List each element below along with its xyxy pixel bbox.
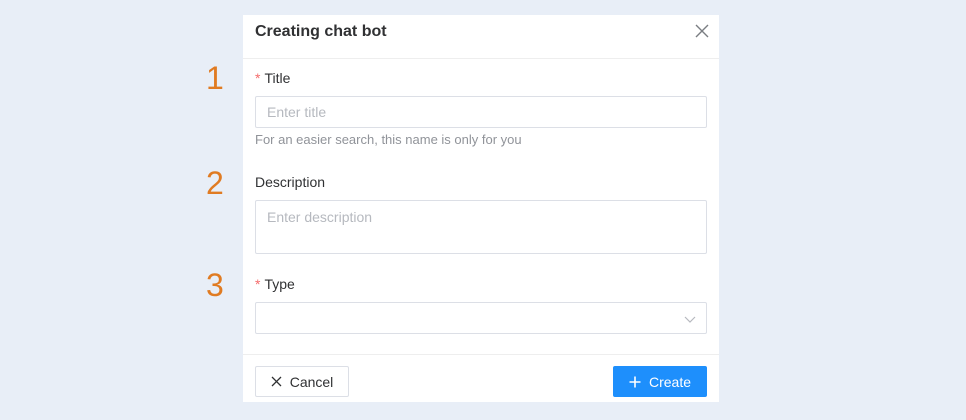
plus-icon — [629, 376, 641, 387]
type-select[interactable] — [255, 302, 707, 334]
close-button[interactable] — [695, 24, 709, 38]
title-label-text: Title — [264, 70, 291, 86]
create-button[interactable]: Create — [613, 366, 707, 397]
dialog-header: Creating chat bot — [243, 15, 719, 59]
type-label: * Type — [255, 276, 295, 292]
title-input[interactable] — [255, 96, 707, 128]
type-label-text: Type — [264, 276, 295, 292]
step-number-1: 1 — [206, 60, 224, 96]
cancel-button[interactable]: Cancel — [255, 366, 349, 397]
dialog-footer: Cancel Create — [243, 354, 719, 402]
close-icon — [271, 376, 282, 387]
create-label: Create — [648, 373, 692, 390]
description-label: Description — [255, 174, 326, 190]
title-hint: For an easier search, this name is only … — [255, 132, 522, 147]
create-chat-bot-dialog: Creating chat bot *Title For an easier s… — [243, 15, 719, 402]
dialog-title: Creating chat bot — [255, 23, 387, 40]
title-label: * Title — [255, 70, 290, 86]
description-input[interactable] — [255, 200, 707, 254]
cancel-label: Cancel — [289, 373, 334, 390]
close-icon — [695, 24, 709, 38]
step-number-3: 3 — [206, 267, 224, 303]
required-mark: * — [255, 70, 261, 86]
required-mark: * — [255, 276, 261, 292]
step-number-2: 2 — [206, 165, 224, 201]
chevron-down-icon — [684, 316, 696, 323]
